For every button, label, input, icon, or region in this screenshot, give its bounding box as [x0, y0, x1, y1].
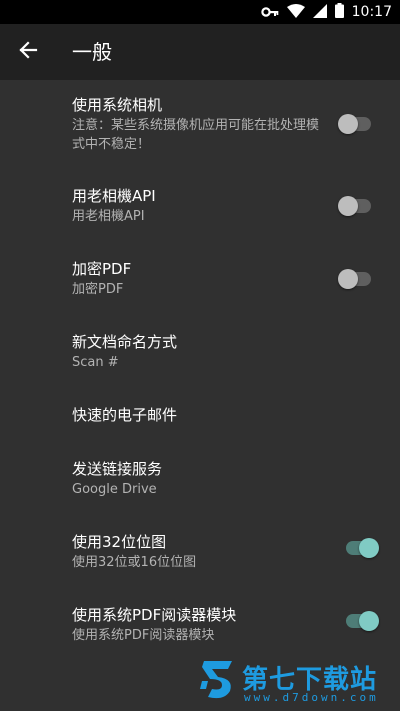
setting-summary: 使用系统PDF阅读器模块	[72, 628, 215, 643]
watermark: 第七下载站 www.d7down.com	[194, 657, 394, 707]
setting-text: 使用系统PDF阅读器模块 使用系统PDF阅读器模块	[72, 605, 328, 645]
setting-32bit-bitmap[interactable]: 使用32位位图 使用32位或16位位图	[0, 508, 400, 581]
encrypt-pdf-switch[interactable]	[338, 269, 374, 289]
status-bar: 10:17	[0, 0, 400, 24]
settings-list: 使用系统相机 注意：某些系统摄像机应用可能在批处理模式中不稳定！ 用老相機API…	[0, 80, 400, 654]
setting-system-pdf-reader[interactable]: 使用系统PDF阅读器模块 使用系统PDF阅读器模块	[0, 581, 400, 654]
setting-title: 加密PDF	[72, 260, 132, 278]
switch-thumb	[338, 114, 358, 134]
32bit-bitmap-switch[interactable]	[343, 538, 379, 558]
setting-document-naming[interactable]: 新文档命名方式 Scan #	[0, 308, 400, 381]
switch-thumb	[359, 611, 379, 631]
setting-title: 使用32位位图	[72, 533, 167, 551]
setting-title: 用老相機API	[72, 187, 156, 205]
setting-quick-email[interactable]: 快速的电子邮件	[0, 381, 400, 435]
setting-text: 使用系统相机 注意：某些系统摄像机应用可能在批处理模式中不稳定！	[72, 95, 328, 154]
setting-summary: 加密PDF	[72, 282, 124, 297]
setting-title: 快速的电子邮件	[72, 406, 178, 424]
setting-text: 新文档命名方式 Scan #	[72, 332, 328, 372]
setting-summary: Google Drive	[72, 482, 157, 497]
system-pdf-reader-switch[interactable]	[343, 611, 379, 631]
app-bar: 一般	[0, 24, 400, 80]
setting-text: 发送链接服务 Google Drive	[72, 459, 328, 499]
setting-summary: 用老相機API	[72, 209, 145, 224]
status-icons: 10:17	[260, 0, 392, 24]
setting-summary: Scan #	[72, 355, 119, 370]
screen: 10:17 一般 使用系统相机 注意：某些系统摄像机应用可能在批处理模式中不稳定…	[0, 0, 400, 711]
watermark-logo-icon	[198, 657, 238, 701]
wifi-icon	[286, 3, 305, 22]
setting-text: 用老相機API 用老相機API	[72, 186, 328, 226]
setting-title: 使用系统相机	[72, 96, 163, 114]
setting-summary: 使用32位或16位位图	[72, 555, 197, 570]
old-camera-api-switch[interactable]	[338, 196, 374, 216]
setting-title: 发送链接服务	[72, 460, 163, 478]
battery-icon	[334, 2, 344, 22]
signal-icon	[312, 3, 327, 22]
setting-text: 快速的电子邮件	[72, 405, 328, 425]
setting-use-system-camera[interactable]: 使用系统相机 注意：某些系统摄像机应用可能在批处理模式中不稳定！	[0, 80, 400, 162]
setting-text: 加密PDF 加密PDF	[72, 259, 328, 299]
setting-old-camera-api[interactable]: 用老相機API 用老相機API	[0, 162, 400, 235]
page-title: 一般	[72, 40, 112, 64]
setting-summary: 注意：某些系统摄像机应用可能在批处理模式中不稳定！	[72, 118, 320, 152]
watermark-url: www.d7down.com	[244, 691, 379, 704]
status-time: 10:17	[351, 4, 392, 20]
switch-thumb	[338, 269, 358, 289]
switch-thumb	[338, 196, 358, 216]
arrow-back-icon	[18, 40, 38, 64]
setting-text: 使用32位位图 使用32位或16位位图	[72, 532, 328, 572]
setting-encrypt-pdf[interactable]: 加密PDF 加密PDF	[0, 235, 400, 308]
setting-send-link-service[interactable]: 发送链接服务 Google Drive	[0, 435, 400, 508]
back-button[interactable]	[8, 32, 48, 72]
switch-thumb	[359, 538, 379, 558]
key-icon	[260, 3, 279, 22]
use-system-camera-switch[interactable]	[338, 114, 374, 134]
setting-title: 使用系统PDF阅读器模块	[72, 606, 237, 624]
setting-title: 新文档命名方式	[72, 333, 178, 351]
